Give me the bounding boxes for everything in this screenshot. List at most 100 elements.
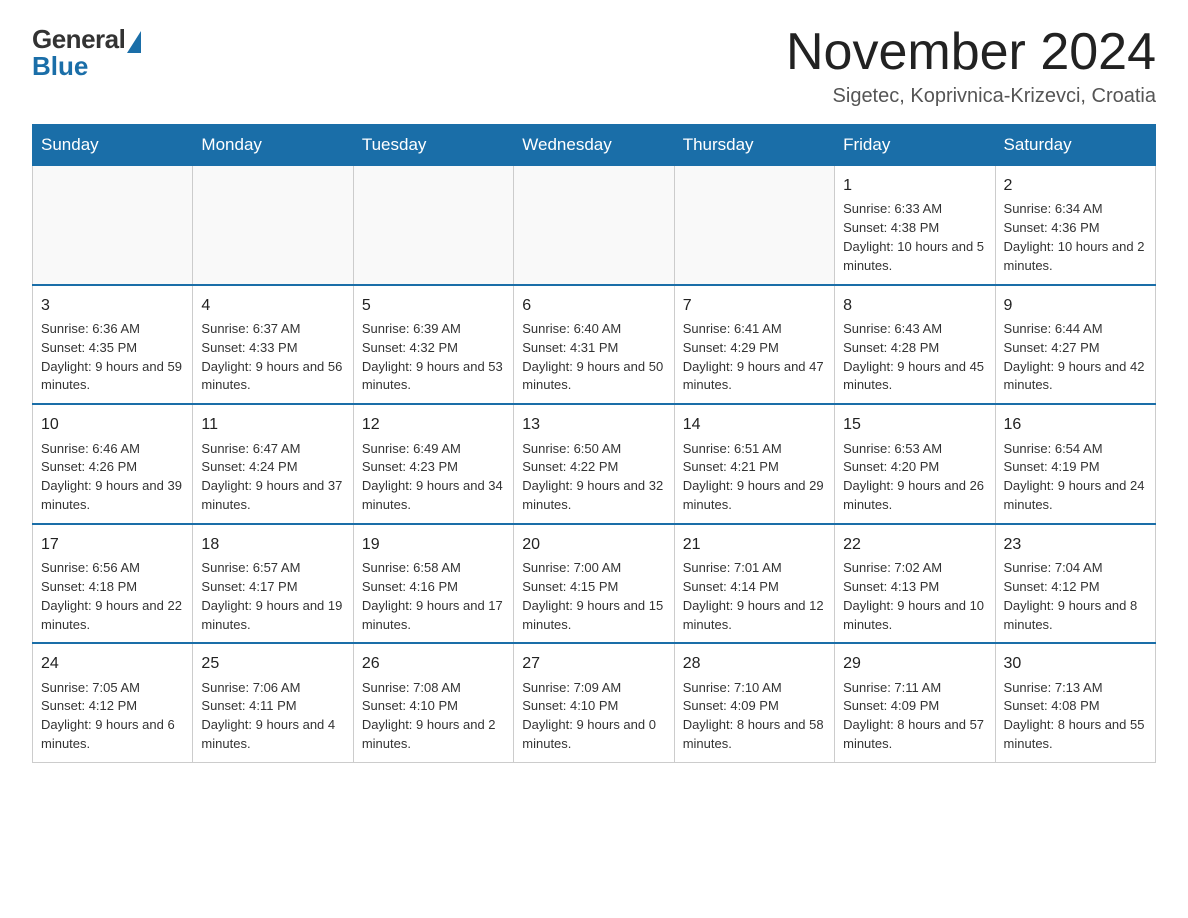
calendar-day-cell (193, 166, 353, 285)
calendar-table: SundayMondayTuesdayWednesdayThursdayFrid… (32, 124, 1156, 763)
day-info: Sunrise: 6:40 AM Sunset: 4:31 PM Dayligh… (522, 320, 665, 395)
day-number: 3 (41, 294, 184, 317)
calendar-day-cell: 15 Sunrise: 6:53 AM Sunset: 4:20 PM Dayli… (835, 404, 995, 524)
day-info: Sunrise: 7:00 AM Sunset: 4:15 PM Dayligh… (522, 559, 665, 634)
day-number: 15 (843, 413, 986, 436)
day-info: Sunrise: 6:53 AM Sunset: 4:20 PM Dayligh… (843, 440, 986, 515)
calendar-day-cell: 20 Sunrise: 7:00 AM Sunset: 4:15 PM Dayli… (514, 524, 674, 644)
calendar-header-row: SundayMondayTuesdayWednesdayThursdayFrid… (33, 125, 1156, 166)
day-number: 13 (522, 413, 665, 436)
calendar-day-cell: 1Sunrise: 6:33 AM Sunset: 4:38 PM Daylig… (835, 166, 995, 285)
day-number: 21 (683, 533, 826, 556)
day-number: 28 (683, 652, 826, 675)
day-info: Sunrise: 6:51 AM Sunset: 4:21 PM Dayligh… (683, 440, 826, 515)
day-info: Sunrise: 6:43 AM Sunset: 4:28 PM Dayligh… (843, 320, 986, 395)
calendar-day-cell: 8 Sunrise: 6:43 AM Sunset: 4:28 PM Daylig… (835, 285, 995, 405)
calendar-day-cell: 16 Sunrise: 6:54 AM Sunset: 4:19 PM Dayli… (995, 404, 1155, 524)
calendar-day-cell: 17 Sunrise: 6:56 AM Sunset: 4:18 PM Dayli… (33, 524, 193, 644)
day-info: Sunrise: 6:49 AM Sunset: 4:23 PM Dayligh… (362, 440, 505, 515)
calendar-day-cell (674, 166, 834, 285)
day-number: 9 (1004, 294, 1147, 317)
day-of-week-header: Tuesday (353, 125, 513, 166)
calendar-day-cell: 11 Sunrise: 6:47 AM Sunset: 4:24 PM Dayli… (193, 404, 353, 524)
day-number: 1 (843, 174, 986, 197)
calendar-day-cell: 12 Sunrise: 6:49 AM Sunset: 4:23 PM Dayli… (353, 404, 513, 524)
day-of-week-header: Friday (835, 125, 995, 166)
day-number: 23 (1004, 533, 1147, 556)
day-number: 19 (362, 533, 505, 556)
day-number: 20 (522, 533, 665, 556)
calendar-week-row: 3 Sunrise: 6:36 AM Sunset: 4:35 PM Daylig… (33, 285, 1156, 405)
calendar-day-cell: 25Sunrise: 7:06 AM Sunset: 4:11 PM Dayli… (193, 643, 353, 762)
day-info: Sunrise: 6:56 AM Sunset: 4:18 PM Dayligh… (41, 559, 184, 634)
day-number: 22 (843, 533, 986, 556)
day-number: 18 (201, 533, 344, 556)
day-number: 7 (683, 294, 826, 317)
calendar-week-row: 1Sunrise: 6:33 AM Sunset: 4:38 PM Daylig… (33, 166, 1156, 285)
calendar-day-cell: 27 Sunrise: 7:09 AM Sunset: 4:10 PM Dayli… (514, 643, 674, 762)
day-info: Sunrise: 7:13 AM Sunset: 4:08 PM Dayligh… (1004, 679, 1147, 754)
day-info: Sunrise: 7:10 AM Sunset: 4:09 PM Dayligh… (683, 679, 826, 754)
calendar-day-cell: 23 Sunrise: 7:04 AM Sunset: 4:12 PM Dayli… (995, 524, 1155, 644)
day-number: 29 (843, 652, 986, 675)
calendar-day-cell: 26 Sunrise: 7:08 AM Sunset: 4:10 PM Dayli… (353, 643, 513, 762)
day-info: Sunrise: 6:39 AM Sunset: 4:32 PM Dayligh… (362, 320, 505, 395)
day-info: Sunrise: 7:09 AM Sunset: 4:10 PM Dayligh… (522, 679, 665, 754)
calendar-day-cell: 30 Sunrise: 7:13 AM Sunset: 4:08 PM Dayli… (995, 643, 1155, 762)
day-info: Sunrise: 6:41 AM Sunset: 4:29 PM Dayligh… (683, 320, 826, 395)
day-number: 30 (1004, 652, 1147, 675)
day-number: 11 (201, 413, 344, 436)
day-of-week-header: Thursday (674, 125, 834, 166)
day-number: 24 (41, 652, 184, 675)
day-info: Sunrise: 6:36 AM Sunset: 4:35 PM Dayligh… (41, 320, 184, 395)
calendar-day-cell: 28 Sunrise: 7:10 AM Sunset: 4:09 PM Dayli… (674, 643, 834, 762)
page-header: General Blue November 2024 Sigetec, Kopr… (32, 24, 1156, 108)
day-info: Sunrise: 6:44 AM Sunset: 4:27 PM Dayligh… (1004, 320, 1147, 395)
day-of-week-header: Wednesday (514, 125, 674, 166)
day-number: 25 (201, 652, 344, 675)
title-area: November 2024 Sigetec, Koprivnica-Krizev… (786, 24, 1156, 108)
day-info: Sunrise: 6:37 AM Sunset: 4:33 PM Dayligh… (201, 320, 344, 395)
day-number: 2 (1004, 174, 1147, 197)
day-info: Sunrise: 7:05 AM Sunset: 4:12 PM Dayligh… (41, 679, 184, 754)
calendar-day-cell: 5Sunrise: 6:39 AM Sunset: 4:32 PM Daylig… (353, 285, 513, 405)
day-info: Sunrise: 6:46 AM Sunset: 4:26 PM Dayligh… (41, 440, 184, 515)
day-number: 17 (41, 533, 184, 556)
day-number: 27 (522, 652, 665, 675)
day-number: 10 (41, 413, 184, 436)
calendar-day-cell: 9 Sunrise: 6:44 AM Sunset: 4:27 PM Daylig… (995, 285, 1155, 405)
day-of-week-header: Saturday (995, 125, 1155, 166)
day-number: 4 (201, 294, 344, 317)
day-info: Sunrise: 6:47 AM Sunset: 4:24 PM Dayligh… (201, 440, 344, 515)
day-info: Sunrise: 7:11 AM Sunset: 4:09 PM Dayligh… (843, 679, 986, 754)
day-number: 16 (1004, 413, 1147, 436)
day-number: 26 (362, 652, 505, 675)
location-subtitle: Sigetec, Koprivnica-Krizevci, Croatia (786, 85, 1156, 108)
calendar-day-cell: 22Sunrise: 7:02 AM Sunset: 4:13 PM Dayli… (835, 524, 995, 644)
calendar-day-cell (33, 166, 193, 285)
logo: General Blue (32, 24, 141, 82)
day-info: Sunrise: 7:04 AM Sunset: 4:12 PM Dayligh… (1004, 559, 1147, 634)
calendar-day-cell: 13 Sunrise: 6:50 AM Sunset: 4:22 PM Dayli… (514, 404, 674, 524)
calendar-day-cell: 4 Sunrise: 6:37 AM Sunset: 4:33 PM Daylig… (193, 285, 353, 405)
calendar-day-cell: 29 Sunrise: 7:11 AM Sunset: 4:09 PM Dayli… (835, 643, 995, 762)
calendar-day-cell: 14Sunrise: 6:51 AM Sunset: 4:21 PM Dayli… (674, 404, 834, 524)
day-of-week-header: Sunday (33, 125, 193, 166)
day-info: Sunrise: 6:54 AM Sunset: 4:19 PM Dayligh… (1004, 440, 1147, 515)
calendar-day-cell: 18Sunrise: 6:57 AM Sunset: 4:17 PM Dayli… (193, 524, 353, 644)
calendar-week-row: 10 Sunrise: 6:46 AM Sunset: 4:26 PM Dayli… (33, 404, 1156, 524)
day-info: Sunrise: 6:50 AM Sunset: 4:22 PM Dayligh… (522, 440, 665, 515)
day-info: Sunrise: 7:01 AM Sunset: 4:14 PM Dayligh… (683, 559, 826, 634)
calendar-day-cell: 3 Sunrise: 6:36 AM Sunset: 4:35 PM Daylig… (33, 285, 193, 405)
calendar-week-row: 24 Sunrise: 7:05 AM Sunset: 4:12 PM Dayli… (33, 643, 1156, 762)
day-number: 8 (843, 294, 986, 317)
logo-triangle-icon (127, 31, 141, 53)
calendar-day-cell (353, 166, 513, 285)
calendar-day-cell (514, 166, 674, 285)
day-info: Sunrise: 7:08 AM Sunset: 4:10 PM Dayligh… (362, 679, 505, 754)
day-number: 6 (522, 294, 665, 317)
calendar-day-cell: 2Sunrise: 6:34 AM Sunset: 4:36 PM Daylig… (995, 166, 1155, 285)
day-number: 12 (362, 413, 505, 436)
calendar-day-cell: 21 Sunrise: 7:01 AM Sunset: 4:14 PM Dayli… (674, 524, 834, 644)
calendar-week-row: 17 Sunrise: 6:56 AM Sunset: 4:18 PM Dayli… (33, 524, 1156, 644)
